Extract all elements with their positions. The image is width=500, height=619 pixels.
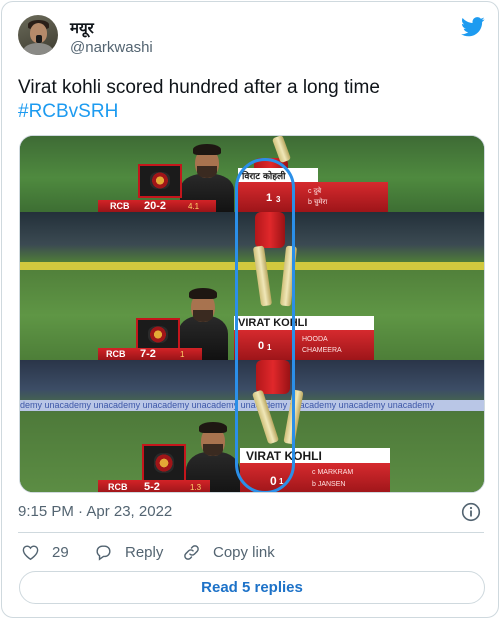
team-score: 7-2 [140, 348, 156, 360]
like-button[interactable]: 29 [21, 542, 69, 562]
highlight-circle [235, 158, 295, 492]
overs: 1 [180, 350, 185, 359]
overs: 1.3 [190, 483, 202, 492]
team-score: 20-2 [144, 200, 167, 212]
tweet-card: मयूर @narkwashi Virat kohli scored hundr… [1, 1, 499, 618]
divider [18, 532, 484, 533]
dismissal-line1: c MARKRAM [312, 469, 354, 476]
author-name[interactable]: मयूर [70, 18, 94, 38]
link-icon [184, 544, 199, 560]
team-logo [136, 318, 180, 352]
author-handle[interactable]: @narkwashi [70, 39, 153, 56]
read-replies-button[interactable]: Read 5 replies [19, 571, 485, 604]
team-logo [138, 164, 182, 198]
copy-link-button[interactable]: Copy link [182, 542, 275, 562]
hashtag-link[interactable]: #RCBvSRH [18, 100, 488, 124]
dismissal-line2: b JANSEN [312, 481, 346, 488]
heart-icon [22, 544, 39, 560]
dismissal-line1: c दुबे [308, 188, 322, 195]
team-score: 5-2 [144, 481, 160, 493]
reply-button[interactable]: Reply [94, 542, 163, 562]
team-code: RCB [110, 201, 130, 211]
tweet-body: Virat kohli scored hundred after a long … [18, 77, 380, 98]
tweet-timestamp[interactable]: 9:15 PM · Apr 23, 2022 [18, 503, 172, 520]
copy-link-label: Copy link [213, 543, 275, 561]
dismissal-line2: CHAMEERA [302, 347, 342, 354]
overs: 4.1 [188, 202, 200, 211]
like-count: 29 [52, 543, 69, 561]
score-bar: RCB 7-2 1 [98, 348, 218, 360]
avatar[interactable] [18, 15, 58, 55]
speech-bubble-icon [96, 544, 111, 561]
team-code: RCB [108, 482, 128, 492]
score-bar: RCB 20-2 4.1 [98, 200, 238, 212]
team-code: RCB [106, 349, 126, 359]
tweet-media[interactable]: RCB 20-2 4.1 विराट कोहली 1 3 c दुबे b चु… [19, 135, 485, 493]
dismissal-line1: HOODA [302, 336, 328, 343]
info-icon[interactable] [461, 502, 481, 522]
score-bar: RCB 5-2 1.3 [98, 480, 228, 493]
twitter-bird-icon[interactable] [461, 17, 485, 37]
team-logo [142, 444, 186, 484]
tweet-text: Virat kohli scored hundred after a long … [18, 76, 488, 124]
reply-label: Reply [125, 543, 164, 561]
dismissal-line2: b चुमेरा [308, 199, 328, 206]
